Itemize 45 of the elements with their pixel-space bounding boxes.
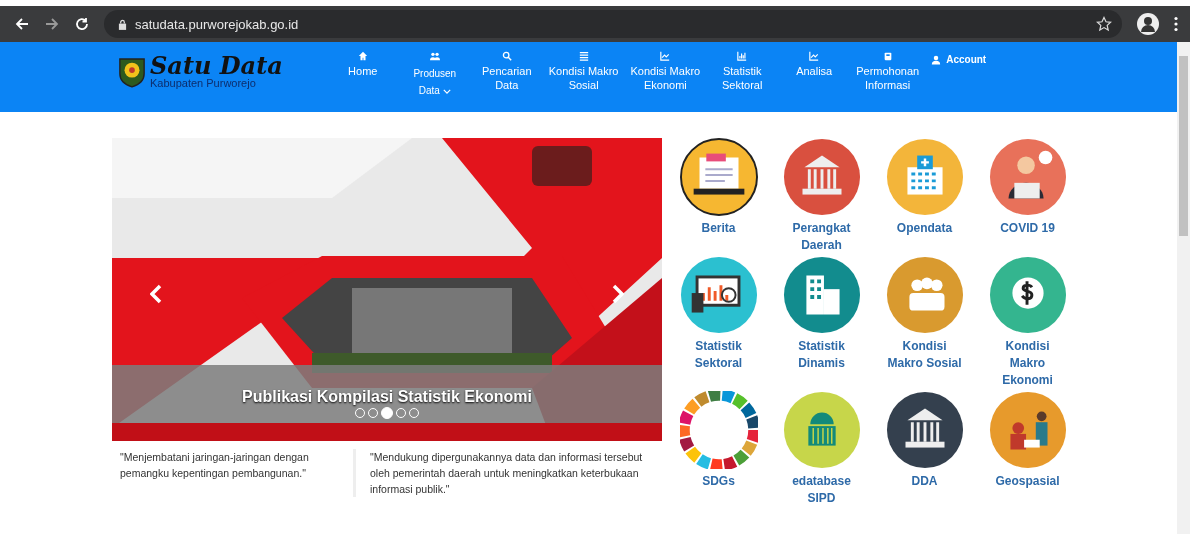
list-icon bbox=[578, 51, 589, 61]
quote-text: "Mendukung dipergunakannya data dan informasi tersebut oleh pemerintah daerah untuk meningkatkan keterbukaan informasi publik." bbox=[353, 449, 662, 497]
emblem-icon bbox=[118, 55, 146, 88]
nav-link[interactable]: Analisa bbox=[778, 51, 851, 98]
category-link[interactable]: DDA bbox=[873, 391, 976, 507]
search-icon bbox=[501, 51, 512, 61]
nav-link[interactable]: Kondisi Makro Ekonomi bbox=[624, 51, 707, 98]
trend-chart-icon bbox=[809, 51, 820, 61]
url-text: satudata.purworejokab.go.id bbox=[135, 16, 300, 32]
category-link[interactable]: Geospasial bbox=[976, 391, 1079, 507]
nav-link[interactable]: Statistik Sektoral bbox=[706, 51, 779, 98]
slide-caption: Publikasi Kompilasi Statistik Ekonomi bbox=[242, 388, 532, 406]
category-link[interactable]: Statistik Sektoral bbox=[667, 256, 770, 389]
category-link[interactable]: Kondisi Makro Ekonomi bbox=[976, 256, 1079, 389]
nav-link[interactable]: Kondisi Makro Sosial bbox=[542, 51, 625, 98]
trend-chart-icon bbox=[660, 51, 671, 61]
category-link[interactable]: Statistik Dinamis bbox=[770, 256, 873, 389]
users-icon bbox=[429, 51, 440, 61]
scrollbar[interactable] bbox=[1177, 42, 1190, 534]
home-icon bbox=[357, 51, 368, 61]
category-link[interactable]: edatabase SIPD bbox=[770, 391, 873, 507]
quote-text: "Menjembatani jaringan-jaringan dengan pemangku kepentingan pembangunan." bbox=[119, 450, 310, 481]
reload-icon[interactable] bbox=[74, 16, 90, 32]
forward-icon[interactable] bbox=[44, 16, 60, 32]
ring-icon bbox=[679, 391, 758, 469]
category-link[interactable]: Perangkat Daerah bbox=[770, 138, 873, 254]
star-icon[interactable] bbox=[1096, 16, 1112, 32]
category-link[interactable]: Opendata bbox=[873, 138, 976, 254]
logo-title: Satu Data bbox=[150, 54, 283, 78]
bar-chart-icon bbox=[737, 51, 748, 61]
nav-link[interactable]: Permohonan Informasi bbox=[850, 51, 926, 98]
address-bar[interactable]: satudata.purworejokab.go.id bbox=[104, 10, 1122, 38]
avatar-icon[interactable] bbox=[1136, 12, 1160, 36]
user-icon bbox=[931, 55, 942, 65]
back-icon[interactable] bbox=[14, 16, 30, 32]
category-link[interactable]: Kondisi Makro Sosial bbox=[873, 256, 976, 389]
nav-link[interactable]: Produsen Data bbox=[398, 51, 471, 98]
nav-link[interactable]: Home bbox=[326, 51, 399, 98]
category-link[interactable]: Berita bbox=[667, 138, 770, 254]
lock-icon bbox=[118, 18, 127, 30]
category-link[interactable]: SDGs bbox=[667, 391, 770, 507]
category-link[interactable]: COVID 19 bbox=[976, 138, 1079, 254]
menu-icon[interactable] bbox=[1174, 16, 1178, 32]
nav-link[interactable]: Pencarian Data bbox=[470, 51, 543, 98]
nav-link[interactable]: Account bbox=[925, 53, 998, 67]
